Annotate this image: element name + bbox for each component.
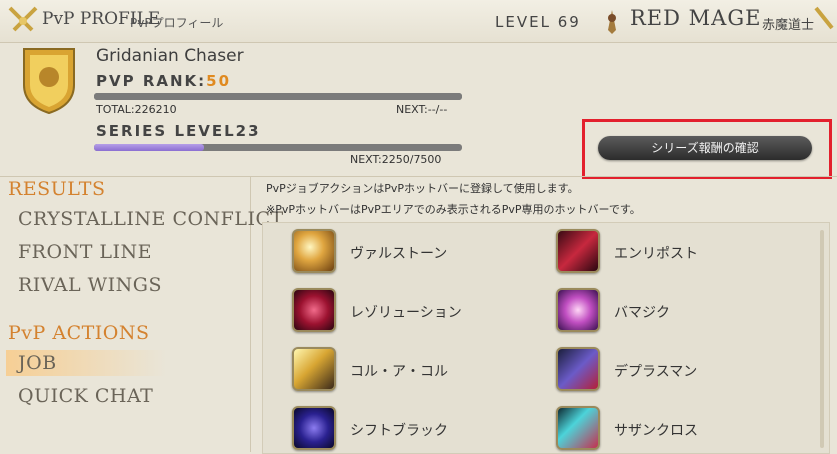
corner-ornament-icon	[814, 6, 834, 30]
note-line-1: PvPジョブアクションはPvPホットバーに登録して使用します。	[266, 182, 579, 195]
crossed-swords-icon	[8, 6, 38, 32]
action-name: ヴァルストーン	[350, 246, 448, 262]
action-name: デプラスマン	[614, 364, 698, 380]
series-level: SERIES LEVEL23	[96, 122, 261, 140]
rank-next: NEXT:--/--	[396, 103, 448, 116]
southern-cross-icon[interactable]	[556, 406, 600, 450]
actions-panel	[262, 222, 830, 454]
job-name-jp: 赤魔道士	[762, 18, 815, 33]
action-name: サザンクロス	[614, 423, 698, 439]
divider	[0, 176, 837, 177]
enchanted-riposte-icon[interactable]	[556, 229, 600, 273]
menu-quick-chat[interactable]: QUICK CHAT	[18, 385, 153, 407]
pvp-rank-emblem-icon	[23, 48, 75, 115]
title-bar: PvP PROFILE PvPプロフィール LEVEL 69 RED MAGE …	[0, 0, 837, 43]
action-name: レゾリューション	[350, 305, 462, 321]
rank-total: TOTAL:226210	[96, 103, 177, 116]
rank-progress-fill	[94, 93, 462, 100]
window-subtitle: PvPプロフィール	[130, 16, 224, 30]
series-progress-fill	[94, 144, 205, 151]
player-name: Gridanian Chaser	[96, 46, 244, 66]
menu-job[interactable]: JOB	[18, 352, 57, 374]
action-name: エンリポスト	[614, 246, 698, 262]
results-header: RESULTS	[8, 178, 106, 200]
scrollbar[interactable]	[820, 230, 824, 448]
pvp-rank-value: 50	[206, 72, 232, 90]
pvp-rank: PVP RANK:50	[96, 72, 231, 90]
rank-progress-bar	[94, 93, 462, 100]
action-name: シフトブラック	[350, 423, 448, 439]
pvp-rank-label: PVP RANK:	[96, 72, 207, 90]
black-shift-icon[interactable]	[292, 406, 336, 450]
level-label: LEVEL 69	[495, 13, 581, 31]
menu-front-line[interactable]: FRONT LINE	[18, 241, 152, 263]
menu-rival-wings[interactable]: RIVAL WINGS	[18, 274, 162, 296]
action-name: バマジク	[614, 305, 670, 321]
red-mage-job-icon	[608, 10, 616, 34]
action-name: コル・ア・コル	[350, 364, 448, 380]
displacement-icon[interactable]	[556, 347, 600, 391]
corps-a-corps-icon[interactable]	[292, 347, 336, 391]
menu-crystalline-conflict[interactable]: CRYSTALLINE CONFLICT	[18, 208, 284, 230]
verstone-icon[interactable]	[292, 229, 336, 273]
resolution-icon[interactable]	[292, 288, 336, 332]
pvp-actions-header: PvP ACTIONS	[8, 322, 150, 344]
magick-barrier-icon[interactable]	[556, 288, 600, 332]
series-next: NEXT:2250/7500	[350, 153, 442, 166]
note-line-2: ※PvPホットバーはPvPエリアでのみ表示されるPvP専用のホットバーです。	[266, 203, 641, 216]
series-progress-bar	[94, 144, 462, 151]
job-name: RED MAGE	[630, 6, 762, 30]
series-rewards-button[interactable]: シリーズ報酬の確認	[598, 136, 812, 160]
